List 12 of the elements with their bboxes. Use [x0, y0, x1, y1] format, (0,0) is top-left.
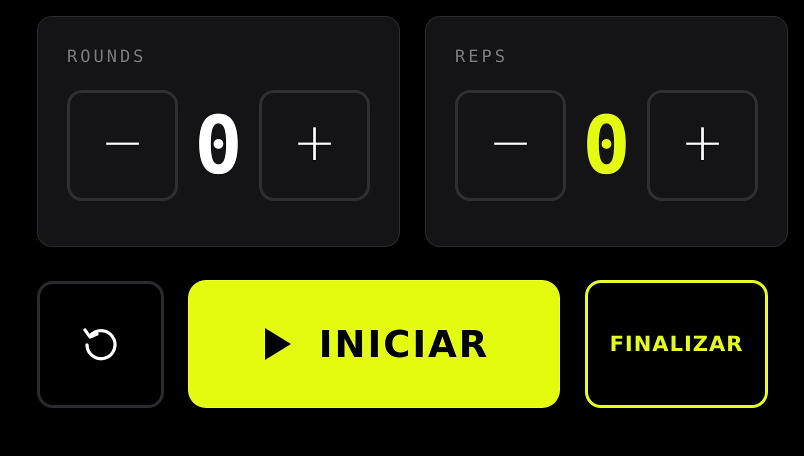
finish-button[interactable]: FINALIZAR	[585, 280, 768, 408]
reset-button[interactable]	[37, 280, 164, 408]
increment-button[interactable]: +	[647, 90, 758, 201]
counter-value: 0	[193, 106, 244, 186]
counter-value: 0	[581, 106, 632, 186]
counter-label: ROUNDS	[67, 47, 148, 69]
counter-label: REPS	[455, 47, 509, 69]
increment-button[interactable]: +	[259, 90, 370, 201]
play-icon	[264, 328, 291, 360]
decrement-button[interactable]: −	[455, 90, 566, 201]
decrement-button[interactable]: −	[67, 90, 178, 201]
start-button[interactable]: INICIAR	[188, 280, 560, 408]
